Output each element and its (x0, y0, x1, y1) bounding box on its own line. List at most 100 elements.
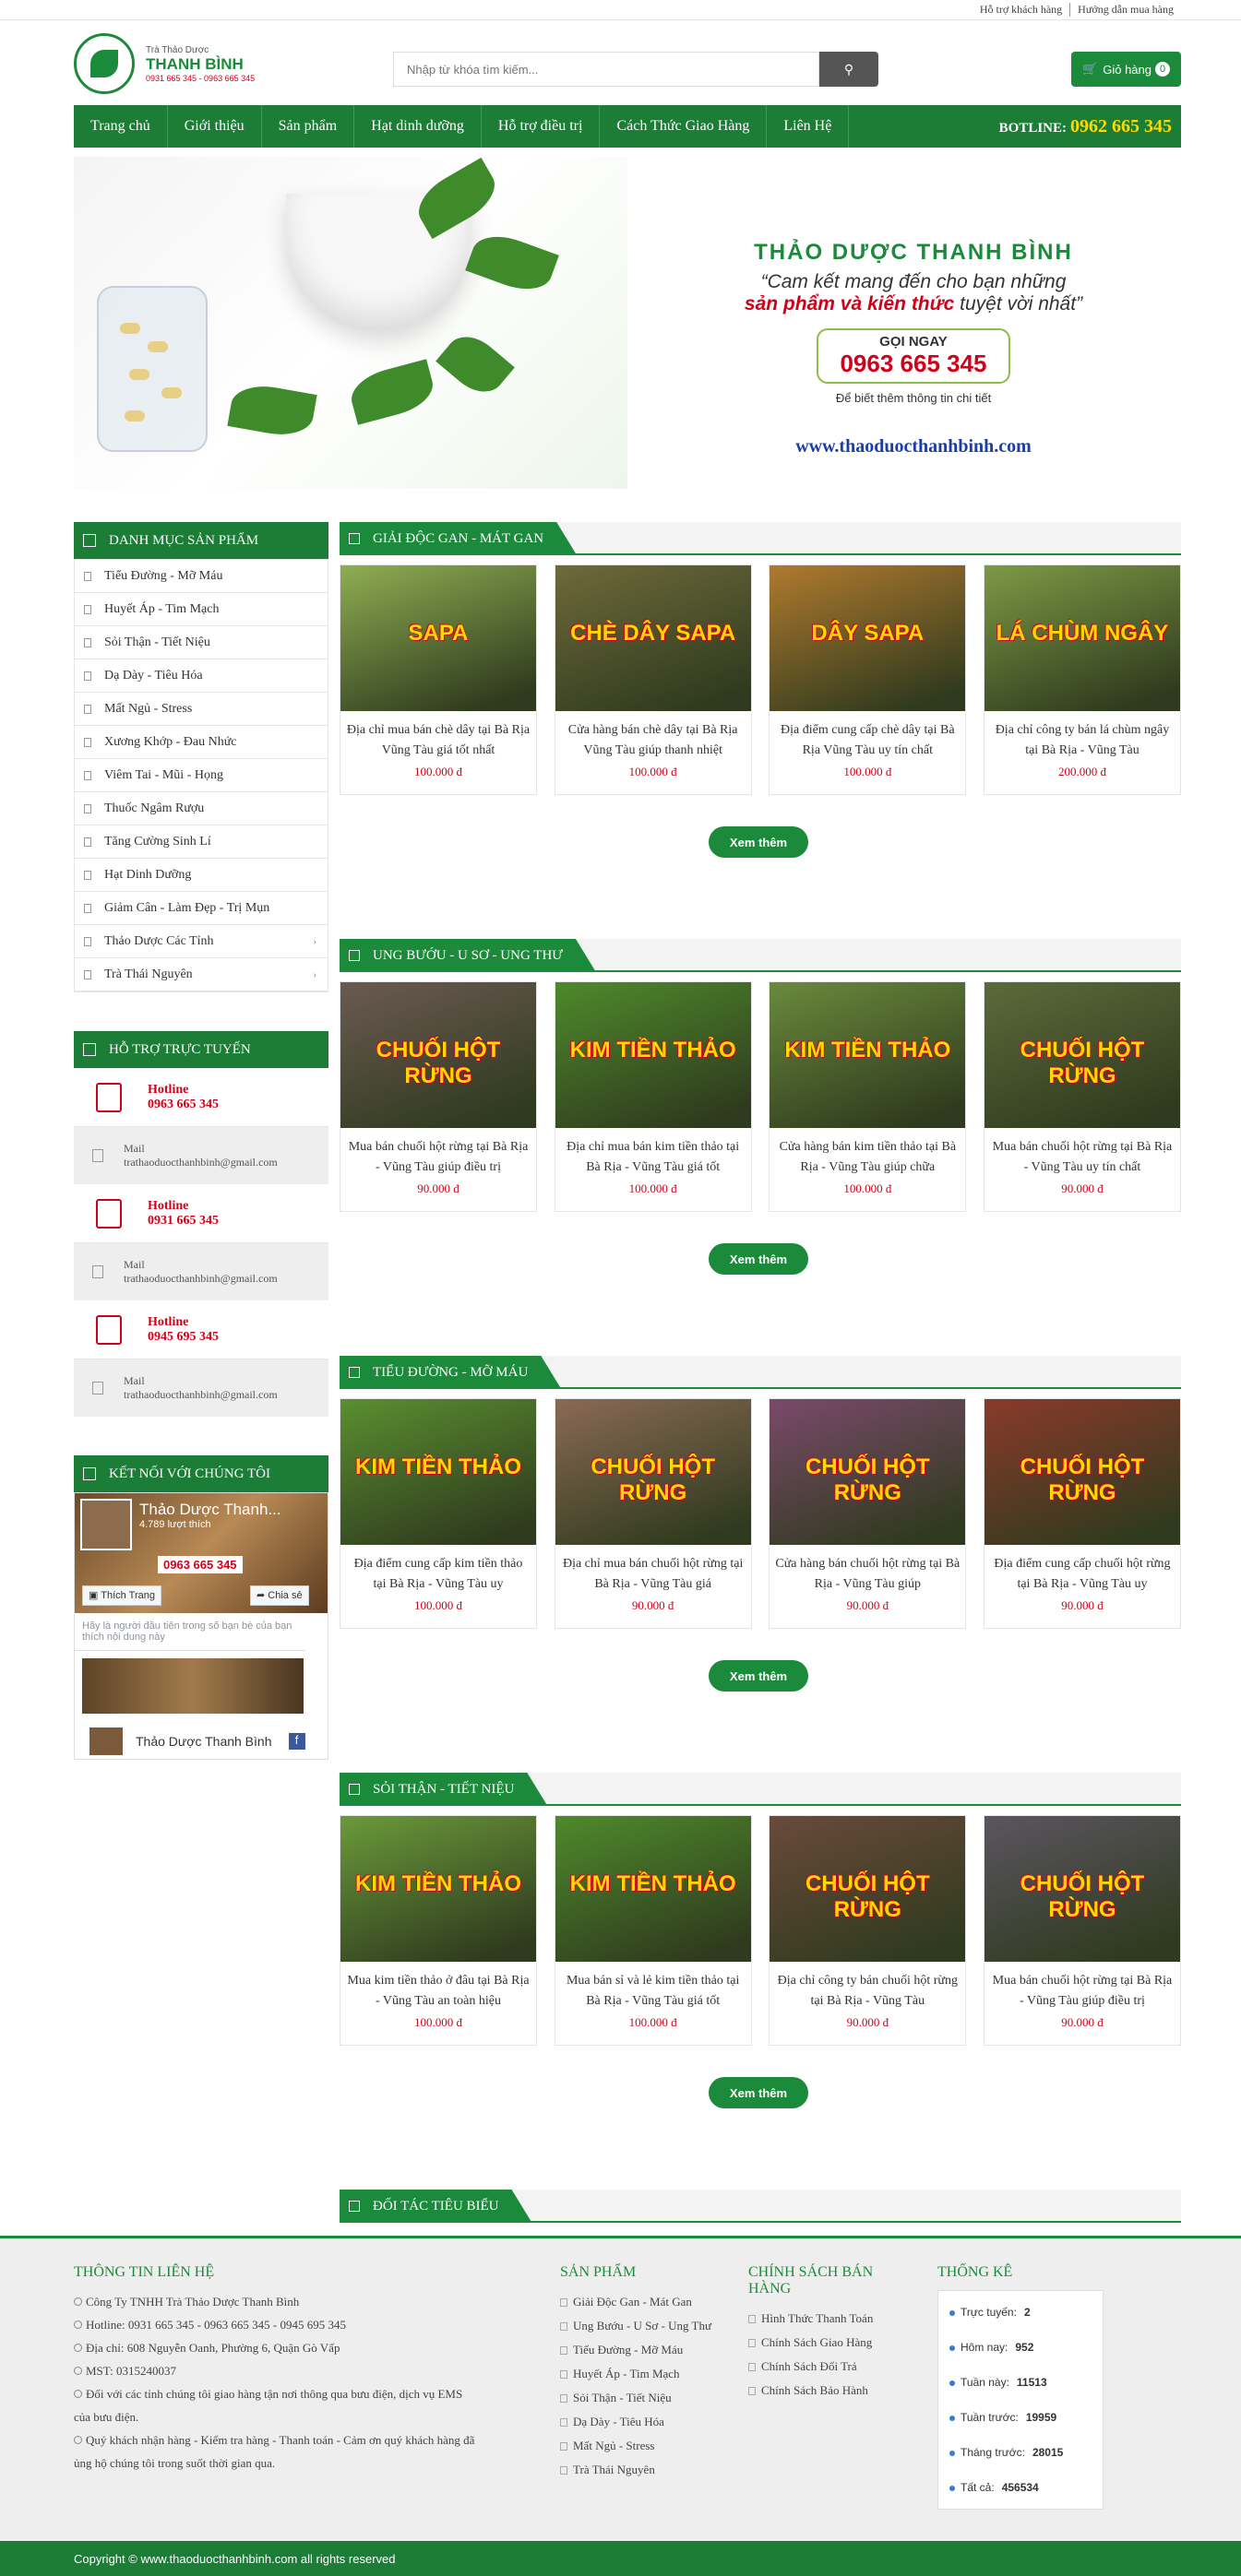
product-card[interactable]: CHUỐI HỘT RỪNG Mua bán chuối hột rừng tại… (983, 981, 1181, 1212)
product-card[interactable]: CHUỐI HỘT RỪNG Địa điểm cung cấp chuối hộ… (983, 1398, 1181, 1629)
product-image[interactable]: CHUỐI HỘT RỪNG (984, 1399, 1180, 1545)
chevron-right-icon[interactable]: › (313, 936, 316, 947)
mail-item[interactable]: Mail trathaoduocthanhbinh@gmail.com (74, 1127, 328, 1184)
category-item[interactable]: Xương Khớp - Đau Nhức (75, 726, 328, 759)
nav-delivery[interactable]: Cách Thức Giao Hàng (600, 105, 768, 148)
search-button[interactable]: ⚲ (819, 52, 878, 87)
section-title-tab[interactable]: GIẢI ĐỘC GAN - MÁT GAN (340, 522, 577, 555)
category-item[interactable]: Viêm Tai - Mũi - Họng (75, 759, 328, 792)
product-image[interactable]: CHÈ DÂY SAPA (555, 565, 751, 711)
product-name[interactable]: Cửa hàng bán chuối hột rừng tại Bà Rịa -… (770, 1545, 965, 1597)
footer-product-link[interactable]: Dạ Dày - Tiêu Hóa (560, 2410, 726, 2434)
view-more-button[interactable]: Xem thêm (709, 2077, 808, 2108)
nav-treatment[interactable]: Hỗ trợ điều trị (482, 105, 601, 148)
product-image[interactable]: KIM TIỀN THẢO (555, 982, 751, 1128)
product-card[interactable]: CHÈ DÂY SAPA Cửa hàng bán chè dây tại Bà … (554, 564, 752, 795)
fb-share-button[interactable]: ➦ Chia sẻ (250, 1585, 309, 1606)
view-more-button[interactable]: Xem thêm (709, 1243, 808, 1275)
product-name[interactable]: Địa điểm cung cấp chuối hột rừng tại Bà … (984, 1545, 1180, 1597)
product-name[interactable]: Mua bán chuối hột rừng tại Bà Rịa - Vũng… (340, 1128, 536, 1180)
product-card[interactable]: KIM TIỀN THẢO Địa chỉ mua bán kim tiền th… (554, 981, 752, 1212)
hotline-item[interactable]: Hotline 0945 695 345 (74, 1300, 328, 1359)
mail-item[interactable]: Mail trathaoduocthanhbinh@gmail.com (74, 1359, 328, 1417)
footer-policy-link[interactable]: Chính Sách Bảo Hành (748, 2379, 914, 2403)
product-card[interactable]: SAPA Địa chỉ mua bán chè dây tại Bà Rịa V… (340, 564, 537, 795)
guide-link[interactable]: Hướng dẫn mua hàng (1070, 3, 1181, 17)
product-image[interactable]: CHUỐI HỘT RỪNG (984, 982, 1180, 1128)
category-item[interactable]: Tiểu Đường - Mỡ Máu (75, 560, 328, 593)
product-image[interactable]: DÂY SAPA (770, 565, 966, 711)
category-item[interactable]: Hạt Dinh Dưỡng (75, 859, 328, 892)
section-title-tab[interactable]: SỎI THẬN - TIẾT NIỆU (340, 1773, 547, 1806)
support-link[interactable]: Hỗ trợ khách hàng (973, 3, 1071, 17)
product-name[interactable]: Địa chỉ công ty bán lá chùm ngây tại Bà … (984, 711, 1180, 763)
search-input[interactable] (393, 52, 819, 87)
product-card[interactable]: CHUỐI HỘT RỪNG Cửa hàng bán chuối hột rừn… (769, 1398, 967, 1629)
footer-product-link[interactable]: Huyết Áp - Tim Mạch (560, 2362, 726, 2386)
hero-banner[interactable]: THẢO DƯỢC THANH BÌNH “Cam kết mang đến c… (74, 157, 1181, 489)
product-image[interactable]: SAPA (340, 565, 536, 711)
product-card[interactable]: CHUỐI HỘT RỪNG Mua bán chuối hột rừng tại… (983, 1815, 1181, 2046)
product-name[interactable]: Mua bán chuối hột rừng tại Bà Rịa - Vũng… (984, 1128, 1180, 1180)
category-item[interactable]: Sỏi Thận - Tiết Niệu (75, 626, 328, 659)
footer-policy-link[interactable]: Chính Sách Đổi Trả (748, 2355, 914, 2379)
product-card[interactable]: KIM TIỀN THẢO Mua bán sỉ và lẻ kim tiền t… (554, 1815, 752, 2046)
product-image[interactable]: CHUỐI HỘT RỪNG (770, 1816, 966, 1962)
product-image[interactable]: CHUỐI HỘT RỪNG (555, 1399, 751, 1545)
product-image[interactable]: KIM TIỀN THẢO (340, 1816, 536, 1962)
footer-policy-link[interactable]: Hình Thức Thanh Toán (748, 2307, 914, 2331)
hotline-item[interactable]: Hotline 0931 665 345 (74, 1184, 328, 1243)
section-title-tab[interactable]: UNG BƯỚU - U SƠ - UNG THƯ (340, 939, 596, 972)
cart-button[interactable]: 🛒 Giỏ hàng 0 (1071, 52, 1181, 87)
product-image[interactable]: KIM TIỀN THẢO (555, 1816, 751, 1962)
product-image[interactable]: LÁ CHÙM NGÂY (984, 565, 1180, 711)
fb-like-button[interactable]: ▣ Thích Trang (82, 1585, 161, 1606)
category-item[interactable]: Trà Thái Nguyên › (75, 958, 328, 991)
chevron-right-icon[interactable]: › (313, 969, 316, 980)
category-item[interactable]: Huyết Áp - Tim Mạch (75, 593, 328, 626)
fb-footer-name[interactable]: Thảo Dược Thanh Bình (136, 1734, 272, 1749)
category-item[interactable]: Thảo Dược Các Tỉnh › (75, 925, 328, 958)
footer-policy-link[interactable]: Chính Sách Giao Hàng (748, 2331, 914, 2355)
product-card[interactable]: KIM TIỀN THẢO Mua kim tiền thảo ở đâu tại… (340, 1815, 537, 2046)
product-card[interactable]: CHUỐI HỘT RỪNG Mua bán chuối hột rừng tại… (340, 981, 537, 1212)
product-name[interactable]: Mua kim tiền thảo ở đâu tại Bà Rịa - Vũn… (340, 1962, 536, 2013)
product-name[interactable]: Cửa hàng bán kim tiền thảo tại Bà Rịa - … (770, 1128, 965, 1180)
nav-products[interactable]: Sản phẩm (262, 105, 355, 148)
category-item[interactable]: Giảm Cân - Làm Đẹp - Trị Mụn (75, 892, 328, 925)
product-card[interactable]: KIM TIỀN THẢO Địa điểm cung cấp kim tiền … (340, 1398, 537, 1629)
product-name[interactable]: Mua bán sỉ và lẻ kim tiền thảo tại Bà Rị… (555, 1962, 751, 2013)
product-card[interactable]: LÁ CHÙM NGÂY Địa chỉ công ty bán lá chùm … (983, 564, 1181, 795)
product-card[interactable]: CHUỐI HỘT RỪNG Địa chỉ công ty bán chuối … (769, 1815, 967, 2046)
product-name[interactable]: Địa điểm cung cấp kim tiền thảo tại Bà R… (340, 1545, 536, 1597)
view-more-button[interactable]: Xem thêm (709, 1660, 808, 1692)
product-name[interactable]: Địa chỉ mua bán kim tiền thảo tại Bà Rịa… (555, 1128, 751, 1180)
footer-product-link[interactable]: Mất Ngủ - Stress (560, 2434, 726, 2458)
product-name[interactable]: Cửa hàng bán chè dây tại Bà Rịa Vũng Tàu… (555, 711, 751, 763)
fb-page-name[interactable]: Thảo Dược Thanh... (139, 1501, 281, 1519)
product-card[interactable]: KIM TIỀN THẢO Cửa hàng bán kim tiền thảo … (769, 981, 967, 1212)
product-image[interactable]: CHUỐI HỘT RỪNG (340, 982, 536, 1128)
nav-nuts[interactable]: Hạt dinh dưỡng (354, 105, 482, 148)
footer-product-link[interactable]: Sỏi Thận - Tiết Niệu (560, 2386, 726, 2410)
category-item[interactable]: Mất Ngủ - Stress (75, 693, 328, 726)
footer-product-link[interactable]: Tiểu Đường - Mỡ Máu (560, 2338, 726, 2362)
product-name[interactable]: Địa điểm cung cấp chè dây tại Bà Rịa Vũn… (770, 711, 965, 763)
category-item[interactable]: Tăng Cường Sinh Lí (75, 825, 328, 859)
footer-product-link[interactable]: Giải Độc Gan - Mát Gan (560, 2290, 726, 2314)
product-image[interactable]: KIM TIỀN THẢO (340, 1399, 536, 1545)
product-card[interactable]: DÂY SAPA Địa điểm cung cấp chè dây tại Bà… (769, 564, 967, 795)
nav-contact[interactable]: Liên Hệ (767, 105, 850, 148)
nav-about[interactable]: Giới thiệu (168, 105, 262, 148)
section-title-tab[interactable]: TIỂU ĐƯỜNG - MỠ MÁU (340, 1356, 561, 1389)
logo[interactable]: Trà Thảo Dược THANH BÌNH 0931 665 345 - … (74, 33, 255, 94)
footer-product-link[interactable]: Ung Bướu - U Sơ - Ung Thư (560, 2314, 726, 2338)
product-image[interactable]: CHUỐI HỘT RỪNG (984, 1816, 1180, 1962)
footer-product-link[interactable]: Trà Thái Nguyên (560, 2458, 726, 2482)
category-item[interactable]: Thuốc Ngâm Rượu (75, 792, 328, 825)
category-item[interactable]: Dạ Dày - Tiêu Hóa (75, 659, 328, 693)
product-name[interactable]: Địa chỉ công ty bán chuối hột rừng tại B… (770, 1962, 965, 2013)
product-name[interactable]: Mua bán chuối hột rừng tại Bà Rịa - Vũng… (984, 1962, 1180, 2013)
nav-home[interactable]: Trang chủ (74, 105, 168, 148)
product-image[interactable]: KIM TIỀN THẢO (770, 982, 966, 1128)
